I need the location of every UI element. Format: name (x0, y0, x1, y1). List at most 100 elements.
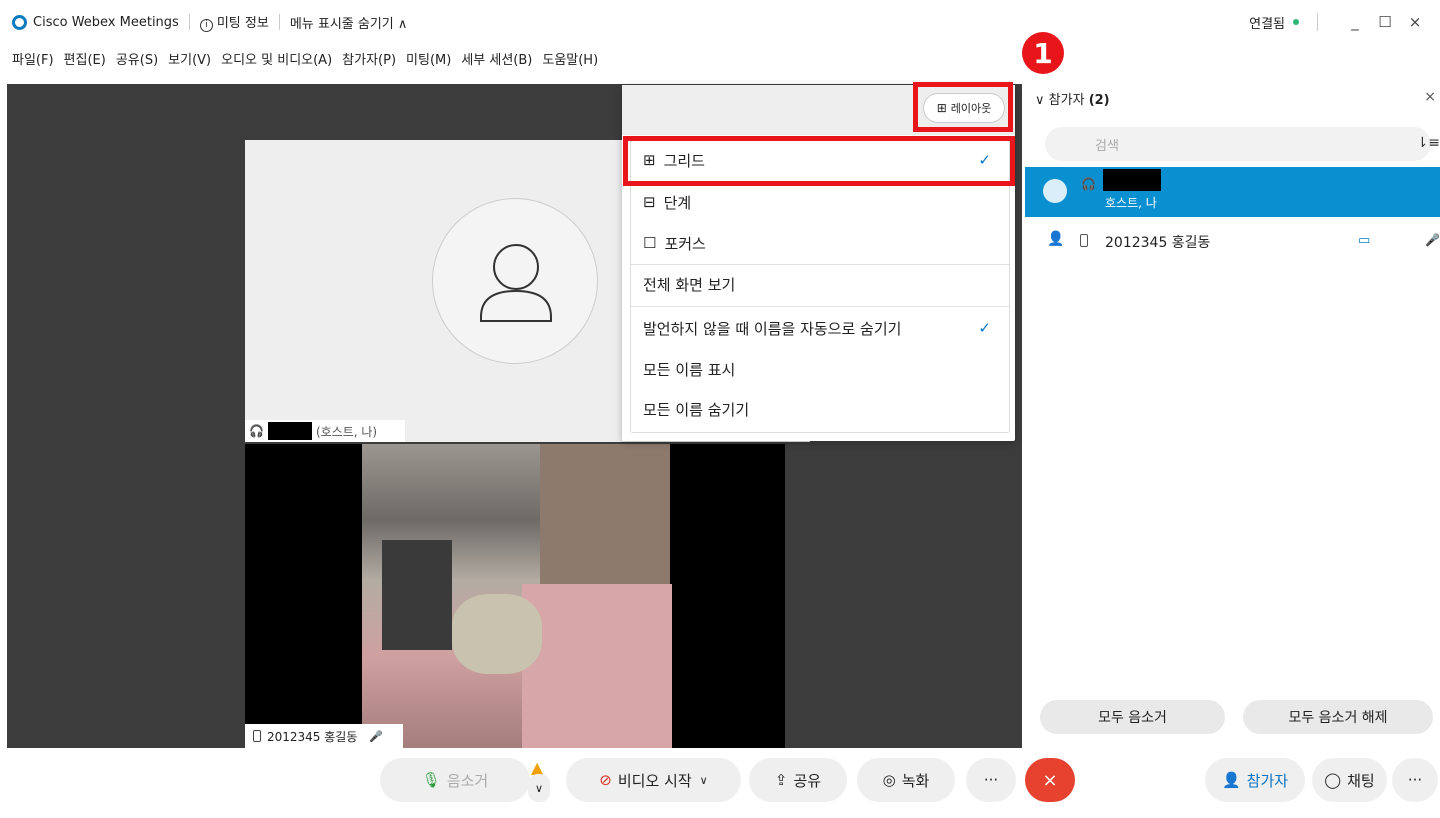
check-icon: ✓ (978, 319, 991, 337)
video-feed (362, 444, 672, 748)
menu-item-label: 모든 이름 숨기기 (643, 400, 750, 419)
app-title: Cisco Webex Meetings (33, 14, 179, 30)
menu-participants[interactable]: 참가자(P) (342, 49, 396, 68)
participants-icon: 👤 (1221, 771, 1241, 789)
pixelated-face (540, 444, 670, 584)
mute-button[interactable]: 🎙 음소거 (380, 758, 530, 802)
unmute-all-button[interactable]: 모두 음소거 해제 (1243, 700, 1433, 734)
panel-title-label: 참가자 (1048, 93, 1085, 108)
menu-item-auto-hide-names[interactable]: 발언하지 않을 때 이름을 자동으로 숨기기 ✓ (643, 308, 1003, 348)
chevron-down-icon: ∨ (1035, 93, 1049, 108)
webex-logo-icon (12, 14, 27, 30)
record-icon: ◎ (882, 771, 896, 789)
close-window-button[interactable]: × (1400, 13, 1430, 31)
chat-icon: ◯ (1324, 771, 1342, 789)
sort-icon[interactable]: ⇂≡ (1417, 135, 1440, 151)
panel-title[interactable]: ∨ 참가자 (2) (1035, 89, 1110, 108)
mic-icon: 🎙 (421, 771, 441, 789)
end-meeting-button[interactable]: × (1025, 758, 1075, 802)
headset-icon: 🎧 (1081, 177, 1096, 191)
more-panels-button[interactable]: ··· (1392, 758, 1438, 802)
participants-panel: ∨ 참가자 (2) × 검색 ⇂≡ 🎧 호스트, 나 👤 2012345 홍길동… (1025, 75, 1440, 750)
maximize-button[interactable]: ☐ (1370, 13, 1400, 31)
host-role-label: 호스트, 나 (1105, 196, 1157, 210)
participant-row-host[interactable]: 🎧 호스트, 나 (1025, 167, 1440, 217)
connected-dot-icon (1293, 19, 1299, 25)
share-icon: ⇪ (774, 771, 788, 789)
phone-icon (1080, 234, 1088, 247)
video-background (382, 540, 452, 650)
redacted-name (1103, 169, 1161, 191)
menu-meeting[interactable]: 미팅(M) (406, 49, 451, 68)
divider (631, 306, 1009, 307)
host-name-label: 🎧 (호스트, 나) (245, 420, 405, 442)
divider (1317, 13, 1318, 31)
person-icon (480, 244, 552, 322)
search-input[interactable]: 검색 (1045, 127, 1431, 161)
phone-icon (253, 730, 261, 742)
chat-button[interactable]: ◯ 채팅 (1312, 758, 1387, 802)
avatar (432, 198, 598, 364)
menu-file[interactable]: 파일(F) (12, 49, 54, 68)
menu-item-stage[interactable]: ⊟ 단계 (643, 182, 1003, 222)
record-button[interactable]: ◎ 녹화 (857, 758, 955, 802)
menu-item-fullscreen[interactable]: 전체 화면 보기 (643, 264, 1003, 304)
stage-icon: ⊟ (643, 193, 656, 211)
meeting-info-label: 미팅 정보 (216, 16, 269, 31)
video-off-icon: ⊘ (599, 771, 612, 789)
connection-status: 연결됨 (1249, 16, 1285, 32)
menu-item-label: 포커스 (664, 234, 706, 253)
menu-audio-video[interactable]: 오디오 및 비디오(A) (221, 49, 332, 68)
annotation-badge-1: 1 (1022, 32, 1064, 74)
video-label: 비디오 시작 (617, 771, 692, 790)
minimize-button[interactable]: _ (1340, 13, 1370, 31)
menu-bar: 파일(F) 편집(E) 공유(S) 보기(V) 오디오 및 비디오(A) 참가자… (0, 44, 1440, 72)
title-bar: Cisco Webex Meetings i 미팅 정보 메뉴 표시줄 숨기기 ∧… (0, 0, 1440, 44)
participants-label: 참가자 (1246, 771, 1289, 790)
video-subject (522, 584, 672, 748)
camera-icon: ▭ (1358, 233, 1371, 248)
participant-name: 2012345 홍길동 (1105, 235, 1211, 251)
info-icon: i (199, 19, 213, 32)
share-label: 공유 (793, 771, 822, 790)
mute-label: 음소거 (446, 771, 489, 790)
mute-all-button[interactable]: 모두 음소거 (1040, 700, 1225, 734)
chevron-down-icon[interactable]: ∨ (700, 774, 708, 787)
participant-count: (2) (1088, 93, 1110, 108)
participant-video-tile[interactable] (245, 444, 785, 748)
menu-item-label: 전체 화면 보기 (643, 275, 736, 294)
highlight-box-2 (623, 136, 1015, 186)
menu-item-focus[interactable]: ☐ 포커스 (643, 223, 1003, 263)
divider (278, 14, 280, 30)
menu-item-label: 모든 이름 표시 (643, 360, 736, 379)
redacted-name (267, 422, 312, 440)
close-icon[interactable]: × (1424, 89, 1436, 105)
record-label: 녹화 (901, 771, 930, 790)
muted-mic-icon: 🎤 (1425, 233, 1440, 247)
video-object (452, 594, 542, 674)
chat-label: 채팅 (1347, 771, 1375, 790)
window-controls: 연결됨 _ ☐ × (1249, 0, 1430, 44)
menu-item-show-all-names[interactable]: 모든 이름 표시 (643, 349, 1003, 389)
menu-help[interactable]: 도움말(H) (542, 49, 598, 68)
participant-row[interactable]: 👤 2012345 홍길동 ▭ 🎤 (1025, 227, 1440, 259)
menu-item-hide-all-names[interactable]: 모든 이름 숨기기 (643, 389, 1003, 429)
bottom-toolbar: 🎙 음소거 ▲ ∨ ⊘ 비디오 시작 ∨ ⇪ 공유 ◎ 녹화 ··· × 👤 참… (0, 750, 1440, 818)
menu-item-label: 발언하지 않을 때 이름을 자동으로 숨기기 (643, 319, 902, 338)
avatar (1043, 179, 1067, 203)
menu-edit[interactable]: 편집(E) (64, 49, 106, 68)
menu-share[interactable]: 공유(S) (116, 49, 158, 68)
menu-breakout[interactable]: 세부 세션(B) (461, 49, 532, 68)
participant-name-label: 2012345 홍길동 🎤 (245, 724, 403, 748)
hide-menu-bar-button[interactable]: 메뉴 표시줄 숨기기 ∧ (290, 13, 408, 32)
audio-options-button[interactable]: ∨ (528, 774, 550, 802)
share-button[interactable]: ⇪ 공유 (749, 758, 847, 802)
host-role-label: (호스트, 나) (315, 424, 378, 439)
meeting-info-button[interactable]: i 미팅 정보 (199, 12, 269, 32)
menu-view[interactable]: 보기(V) (168, 49, 211, 68)
more-options-button[interactable]: ··· (966, 758, 1016, 802)
participants-button[interactable]: 👤 참가자 (1205, 758, 1305, 802)
start-video-button[interactable]: ⊘ 비디오 시작 ∨ (566, 758, 741, 802)
menu-item-label: 단계 (663, 193, 692, 212)
muted-mic-icon: 🎤 (369, 729, 384, 743)
